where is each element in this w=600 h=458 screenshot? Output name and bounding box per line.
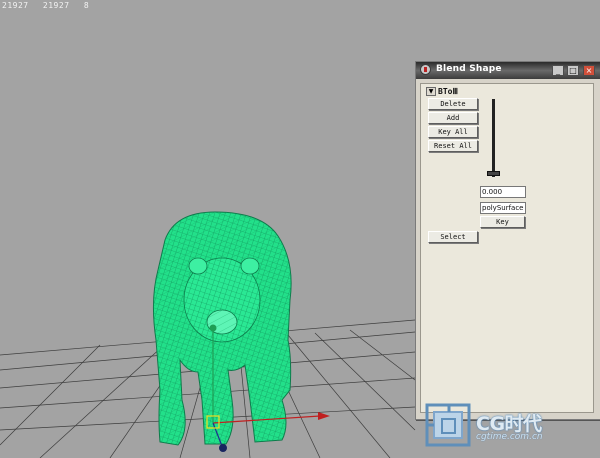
weight-slider-track[interactable] <box>492 99 495 177</box>
minimize-button[interactable]: _ <box>552 65 564 76</box>
cgtime-logo-icon <box>425 403 471 447</box>
blendshape-node-row: ▼ BToⅢ <box>426 86 458 97</box>
blend-shape-window: Blend Shape _ □ × ▼ BToⅢ Delete Add Key … <box>415 61 600 420</box>
stat-vertices: 21927 <box>2 1 29 10</box>
key-button[interactable]: Key <box>480 216 525 228</box>
target-name-field[interactable]: polySurface <box>480 202 526 214</box>
window-client-area: ▼ BToⅢ Delete Add Key All Reset All 0.00… <box>420 83 594 413</box>
poly-count-readout: 21927 21927 8 <box>2 1 98 10</box>
window-title: Blend Shape <box>436 64 502 74</box>
blendshape-node-name: BToⅢ <box>438 87 458 96</box>
close-button[interactable]: × <box>583 65 595 76</box>
maximize-button[interactable]: □ <box>567 65 579 76</box>
collapse-arrow-icon[interactable]: ▼ <box>426 87 436 96</box>
select-button[interactable]: Select <box>428 231 478 243</box>
weight-value-field[interactable]: 0.000 <box>480 186 526 198</box>
stat-objects: 8 <box>83 1 90 10</box>
window-titlebar[interactable]: Blend Shape _ □ × <box>416 62 600 79</box>
bear-wireframe-model[interactable] <box>152 211 292 446</box>
weight-slider-thumb[interactable] <box>487 171 500 176</box>
watermark-url: cgtime.com.cn <box>476 432 543 442</box>
stat-faces: 21927 <box>42 1 70 10</box>
key-all-button[interactable]: Key All <box>428 126 478 138</box>
delete-button[interactable]: Delete <box>428 98 478 110</box>
reset-all-button[interactable]: Reset All <box>428 140 478 152</box>
app-icon <box>420 64 431 75</box>
add-button[interactable]: Add <box>428 112 478 124</box>
